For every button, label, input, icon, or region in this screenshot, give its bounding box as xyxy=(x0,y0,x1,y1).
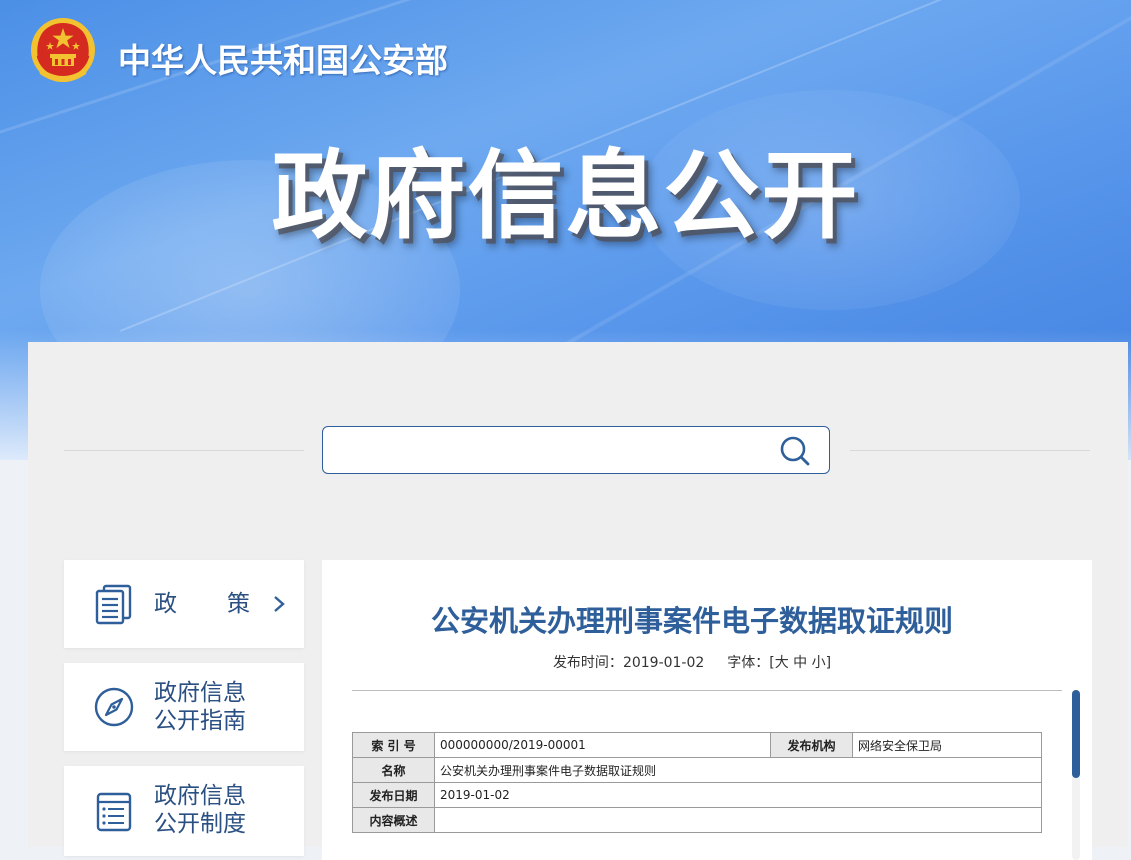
document-stack-icon xyxy=(95,584,132,625)
compass-icon xyxy=(94,687,134,727)
table-value: 000000000/2019-00001 xyxy=(434,732,771,758)
info-table: 索 引 号 000000000/2019-00001 发布机构 网络安全保卫局 … xyxy=(352,732,1042,833)
table-key: 内容概述 xyxy=(352,807,435,833)
table-key: 发布机构 xyxy=(770,732,853,758)
sidebar-item-label: 政府信息公开制度 xyxy=(154,783,246,837)
font-size-label: 字体： xyxy=(727,655,770,671)
content-panel: 政策 政府信息公开指南 政府信息公开制度 公安机关办理刑事案件电子数据取证规则 xyxy=(28,342,1128,860)
publish-label: 发布时间： xyxy=(552,655,623,671)
table-value xyxy=(434,807,1042,833)
table-key: 索 引 号 xyxy=(352,732,435,758)
table-key: 名称 xyxy=(352,757,435,783)
page-hero-title: 政府信息公开 xyxy=(271,140,860,252)
sidebar-item-disclosure-system[interactable]: 政府信息公开制度 xyxy=(64,766,304,856)
sidebar-item-disclosure-guide[interactable]: 政府信息公开指南 xyxy=(64,663,304,751)
publish-date: 2019-01-02 xyxy=(622,655,705,671)
search-input[interactable] xyxy=(335,435,759,467)
scrollbar-thumb[interactable] xyxy=(1072,690,1080,778)
chevron-right-icon xyxy=(274,596,285,612)
font-size-large-link[interactable]: 大 xyxy=(775,655,789,671)
article-panel: 公安机关办理刑事案件电子数据取证规则 发布时间：2019-01-02 字体：[大… xyxy=(322,560,1092,860)
font-size-medium-link[interactable]: 中 xyxy=(793,655,807,671)
divider xyxy=(850,450,1090,451)
table-key: 发布日期 xyxy=(352,782,435,808)
table-value: 公安机关办理刑事案件电子数据取证规则 xyxy=(434,757,1042,783)
ministry-name: 中华人民共和国公安部 xyxy=(118,41,448,80)
list-document-icon xyxy=(96,792,132,832)
article-title: 公安机关办理刑事案件电子数据取证规则 xyxy=(430,604,953,638)
search-bar xyxy=(322,426,830,474)
table-row: 内容概述 xyxy=(352,807,1042,833)
table-row: 索 引 号 000000000/2019-00001 发布机构 网络安全保卫局 xyxy=(352,732,1042,758)
article-meta: 发布时间：2019-01-02 字体：[大 中 小] xyxy=(552,655,832,671)
table-value: 2019-01-02 xyxy=(434,782,1042,808)
table-row: 发布日期 2019-01-02 xyxy=(352,782,1042,808)
divider xyxy=(64,450,304,451)
font-size-small-link[interactable]: 小 xyxy=(812,655,826,671)
divider xyxy=(352,690,1062,691)
national-emblem-icon xyxy=(31,18,95,82)
sidebar-item-policy[interactable]: 政策 xyxy=(64,560,304,648)
search-icon[interactable] xyxy=(779,435,811,467)
table-row: 名称 公安机关办理刑事案件电子数据取证规则 xyxy=(352,757,1042,783)
sidebar-item-label: 政府信息公开指南 xyxy=(154,680,246,734)
table-value: 网络安全保卫局 xyxy=(852,732,1042,758)
